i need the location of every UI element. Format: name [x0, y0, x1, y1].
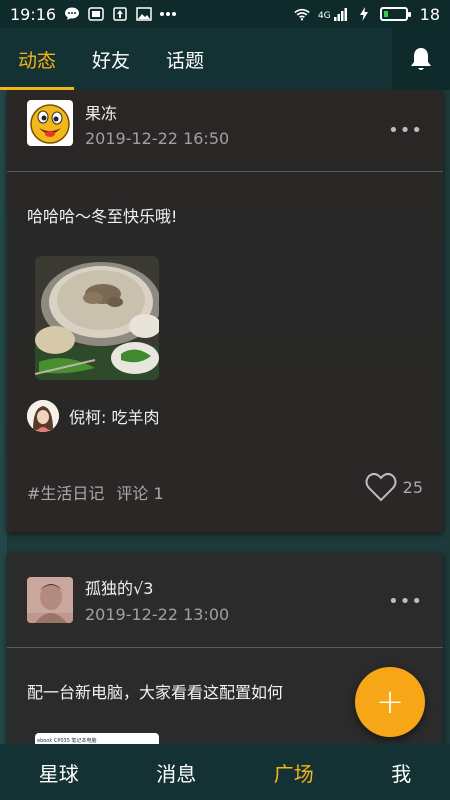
- status-time: 19:16: [10, 4, 57, 24]
- tab-dynamic[interactable]: 动态: [0, 28, 75, 90]
- more-dots-icon: [160, 7, 177, 21]
- reply-text: 倪柯: 吃羊肉: [69, 408, 160, 427]
- post-photo[interactable]: [35, 256, 159, 380]
- reply-name: 倪柯: [69, 408, 102, 427]
- charging-icon: [356, 7, 372, 21]
- nav-item-planet[interactable]: 星球: [39, 758, 79, 787]
- more-options-icon[interactable]: •••: [388, 591, 423, 612]
- signal-icon: 4G: [318, 7, 348, 21]
- post-photo-preview[interactable]: ebook CP035 笔记本电脑: [35, 733, 159, 744]
- reply-content: 吃羊肉: [111, 408, 160, 427]
- chat-notification-icon: [64, 7, 80, 21]
- bell-icon: [411, 48, 431, 70]
- bottom-nav: 星球 消息 广场 我: [0, 744, 450, 800]
- avatar[interactable]: [27, 577, 73, 623]
- image-icon: [136, 7, 152, 21]
- plus-icon: +: [375, 682, 405, 722]
- battery-icon: [379, 7, 411, 21]
- top-nav: 动态 好友 话题: [0, 28, 450, 90]
- upload-icon: [112, 7, 128, 21]
- battery-level: 18: [419, 4, 440, 24]
- network-label: 4G: [317, 11, 331, 21]
- tab-topics[interactable]: 话题: [148, 28, 222, 90]
- comment-count[interactable]: 评论 1: [116, 480, 163, 504]
- feed[interactable]: 果冻 2019-12-22 16:50 ••• 哈哈哈～冬至快乐哦! 倪柯: 吃…: [0, 90, 450, 744]
- post-header: 果冻 2019-12-22 16:50 •••: [7, 90, 443, 172]
- reply-avatar[interactable]: [27, 400, 59, 432]
- more-options-icon[interactable]: •••: [388, 120, 423, 141]
- avatar[interactable]: [27, 100, 73, 146]
- like-button[interactable]: 25: [365, 472, 423, 502]
- status-bar: 19:16 4G 18: [0, 0, 450, 28]
- app-notification-icon: [88, 7, 104, 21]
- tab-friends[interactable]: 好友: [74, 28, 148, 90]
- post-text: 哈哈哈～冬至快乐哦!: [27, 207, 178, 226]
- nav-item-plaza[interactable]: 广场: [274, 758, 314, 787]
- post-username[interactable]: 孤独的√3: [85, 575, 153, 599]
- create-post-button[interactable]: +: [355, 667, 425, 737]
- post-time: 2019-12-22 13:00: [85, 605, 230, 624]
- status-bar-right: 4G 18: [294, 5, 440, 24]
- nav-item-messages[interactable]: 消息: [156, 758, 196, 787]
- like-count: 25: [402, 477, 423, 497]
- status-bar-left: 19:16: [10, 4, 177, 24]
- post-meta: #生活日记 评论 1: [27, 480, 164, 504]
- post-time: 2019-12-22 16:50: [85, 129, 230, 148]
- heart-icon: [365, 472, 397, 502]
- post-photo-caption: ebook CP035 笔记本电脑: [37, 738, 97, 744]
- nav-item-me[interactable]: 我: [391, 758, 411, 787]
- topic-tag[interactable]: #生活日记: [27, 480, 104, 504]
- notification-button[interactable]: [392, 28, 450, 90]
- post-username[interactable]: 果冻: [85, 100, 117, 124]
- post-header: 孤独的√3 2019-12-22 13:00 •••: [7, 553, 443, 648]
- post-text: 配一台新电脑，大家看看这配置如何: [27, 683, 284, 702]
- reply-row[interactable]: 倪柯: 吃羊肉: [27, 400, 160, 432]
- wifi-icon: [294, 7, 310, 21]
- post-card[interactable]: 果冻 2019-12-22 16:50 ••• 哈哈哈～冬至快乐哦! 倪柯: 吃…: [7, 90, 443, 532]
